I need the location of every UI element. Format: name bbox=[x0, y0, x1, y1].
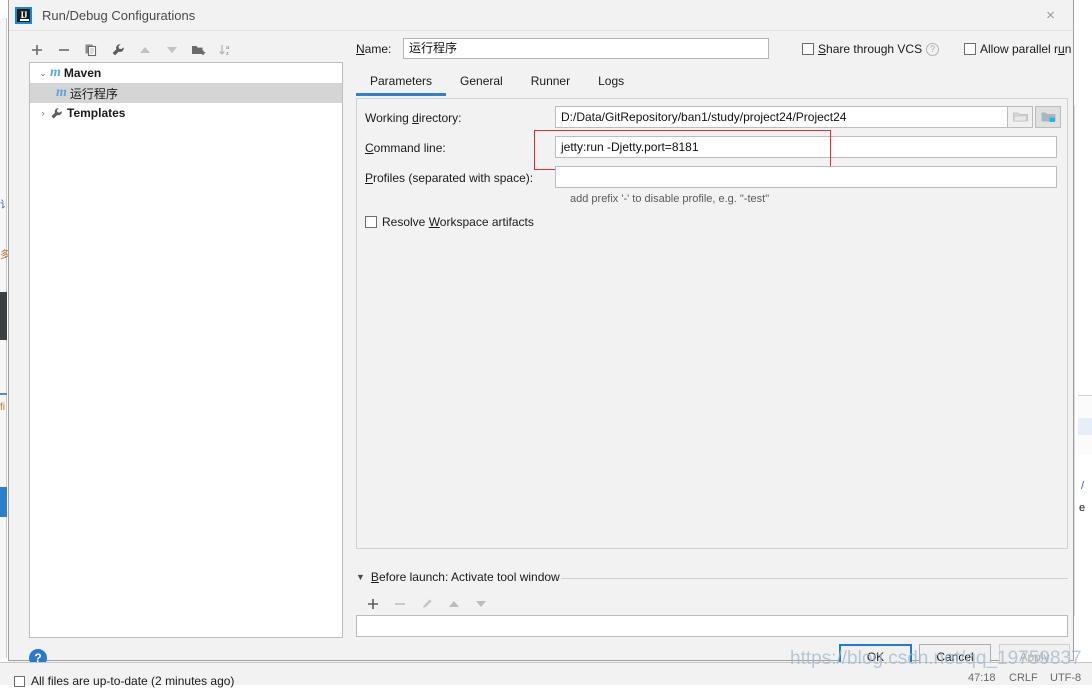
tab-logs[interactable]: Logs bbox=[584, 72, 638, 94]
ide-right-glyph-slash: / bbox=[1081, 480, 1085, 492]
ide-right-glyph-e: e bbox=[1079, 502, 1086, 514]
status-bar-line-separator[interactable]: CRLF bbox=[1009, 672, 1038, 684]
plus-icon bbox=[367, 599, 378, 609]
dialog-titlebar: IJ Run/Debug Configurations × bbox=[9, 0, 1073, 31]
minus-icon bbox=[394, 603, 405, 605]
copy-icon bbox=[85, 44, 96, 57]
run-debug-configurations-dialog: IJ Run/Debug Configurations × a z ⌄ m Ma… bbox=[8, 0, 1074, 669]
sort-configurations-button[interactable]: a z bbox=[212, 39, 239, 61]
folder-add-icon bbox=[192, 46, 206, 55]
arrow-up-icon bbox=[139, 47, 150, 53]
name-input[interactable]: 运行程序 bbox=[403, 38, 769, 59]
allow-parallel-run-label: Allow parallel run bbox=[980, 42, 1072, 56]
tree-node-label: Maven bbox=[63, 66, 102, 80]
before-launch-remove-button[interactable] bbox=[386, 593, 413, 615]
share-through-vcs-checkbox[interactable]: Share through VCS ? bbox=[802, 42, 940, 56]
working-directory-browse-button[interactable] bbox=[1007, 106, 1033, 128]
add-configuration-button[interactable] bbox=[23, 39, 50, 61]
tab-parameters[interactable]: Parameters bbox=[356, 72, 447, 96]
before-launch-move-down-button[interactable] bbox=[467, 593, 494, 615]
intellij-idea-logo-icon: IJ bbox=[15, 7, 32, 24]
working-directory-input[interactable]: D:/Data/GitRepository/ban1/study/project… bbox=[555, 106, 1014, 128]
move-down-button[interactable] bbox=[158, 39, 185, 61]
before-launch-move-up-button[interactable] bbox=[440, 593, 467, 615]
folder-icon bbox=[1012, 112, 1028, 122]
before-launch-header[interactable]: ▼ Before launch: Activate tool window bbox=[356, 570, 560, 584]
copy-configuration-button[interactable] bbox=[77, 39, 104, 61]
move-up-button[interactable] bbox=[131, 39, 158, 61]
sort-alpha-icon: a z bbox=[219, 45, 230, 57]
tree-node-label: 运行程序 bbox=[69, 86, 118, 101]
before-launch-toolbar bbox=[359, 593, 494, 615]
status-bar-caret-position[interactable]: 47:18 bbox=[968, 672, 996, 684]
close-icon[interactable]: × bbox=[1028, 0, 1073, 30]
ide-gutter-mark-blue-1 bbox=[0, 393, 7, 395]
tab-runner[interactable]: Runner bbox=[517, 72, 584, 94]
allow-parallel-run-checkbox[interactable]: Allow parallel run bbox=[964, 42, 1071, 56]
before-launch-title: Before launch: Activate tool window bbox=[370, 570, 560, 584]
edit-templates-button[interactable] bbox=[104, 39, 131, 61]
chevron-right-icon[interactable]: › bbox=[36, 108, 50, 118]
ide-gutter-glyph-1: 讠 bbox=[0, 200, 10, 211]
triangle-down-icon[interactable]: ▼ bbox=[356, 572, 365, 582]
ide-gutter-glyph-3: fi bbox=[0, 402, 5, 413]
status-bar-checkbox[interactable] bbox=[14, 676, 25, 687]
command-line-input[interactable]: jetty:run -Djetty.port=8181 bbox=[555, 136, 1057, 158]
resolve-workspace-artifacts-checkbox[interactable]: Resolve Workspace artifacts bbox=[365, 215, 534, 229]
tree-node-maven[interactable]: ⌄ m Maven bbox=[30, 63, 342, 83]
name-label: Name: bbox=[356, 42, 392, 56]
profiles-input[interactable] bbox=[555, 166, 1057, 188]
ide-right-selected-row bbox=[1078, 418, 1092, 435]
question-icon[interactable]: ? bbox=[926, 42, 940, 56]
tree-node-label: Templates bbox=[67, 106, 126, 120]
settings-tabs: Parameters General Runner Logs bbox=[356, 72, 1068, 97]
share-through-vcs-label: Share through VCS bbox=[818, 42, 923, 56]
chevron-down-icon[interactable]: ⌄ bbox=[36, 68, 50, 79]
module-folder-icon bbox=[1041, 112, 1055, 122]
plus-icon bbox=[31, 45, 42, 55]
content-scrollbar[interactable] bbox=[1060, 100, 1067, 548]
configurations-tree[interactable]: ⌄ m Maven m 运行程序 › Templates bbox=[29, 62, 343, 638]
tab-general[interactable]: General bbox=[446, 72, 517, 94]
status-bar-message: All files are up-to-date (2 minutes ago) bbox=[31, 674, 235, 688]
before-launch-edit-button[interactable] bbox=[413, 593, 440, 615]
ide-gutter-mark-dark bbox=[0, 292, 7, 340]
profiles-label: Profiles (separated with space): bbox=[365, 171, 534, 185]
checkbox-box[interactable] bbox=[365, 216, 377, 228]
configurations-toolbar: a z bbox=[23, 38, 248, 62]
wrench-icon bbox=[112, 44, 124, 56]
pencil-icon bbox=[422, 599, 432, 608]
resolve-workspace-artifacts-label: Resolve Workspace artifacts bbox=[382, 215, 534, 229]
tree-node-run-program[interactable]: m 运行程序 bbox=[30, 83, 342, 103]
remove-configuration-button[interactable] bbox=[50, 39, 77, 61]
minus-icon bbox=[58, 49, 69, 51]
arrow-up-icon bbox=[448, 601, 459, 607]
checkbox-box[interactable] bbox=[802, 43, 814, 55]
ide-gutter-glyph-2: 多 bbox=[0, 250, 10, 261]
arrow-down-icon bbox=[166, 47, 177, 53]
maven-m-icon: m bbox=[50, 65, 61, 80]
create-folder-button[interactable] bbox=[185, 39, 212, 61]
before-launch-divider bbox=[561, 578, 1068, 579]
ide-right-edge bbox=[1074, 0, 1092, 685]
maven-m-icon: m bbox=[56, 85, 67, 100]
working-directory-module-button[interactable] bbox=[1035, 106, 1061, 128]
before-launch-add-button[interactable] bbox=[359, 593, 386, 615]
dialog-title: Run/Debug Configurations bbox=[42, 8, 196, 23]
wrench-icon bbox=[50, 107, 63, 120]
status-bar-encoding[interactable]: UTF-8 bbox=[1050, 672, 1081, 684]
ide-gutter-mark-blue-2 bbox=[0, 487, 7, 517]
profiles-hint: add prefix '-' to disable profile, e.g. … bbox=[570, 193, 770, 205]
checkbox-box[interactable] bbox=[964, 43, 976, 55]
arrow-down-icon bbox=[475, 601, 486, 607]
before-launch-task-list[interactable] bbox=[356, 615, 1068, 637]
svg-text:z: z bbox=[226, 51, 229, 57]
command-line-label: Command line: bbox=[365, 141, 446, 155]
tree-node-templates[interactable]: › Templates bbox=[30, 103, 342, 123]
working-directory-label: Working directory: bbox=[365, 111, 462, 125]
